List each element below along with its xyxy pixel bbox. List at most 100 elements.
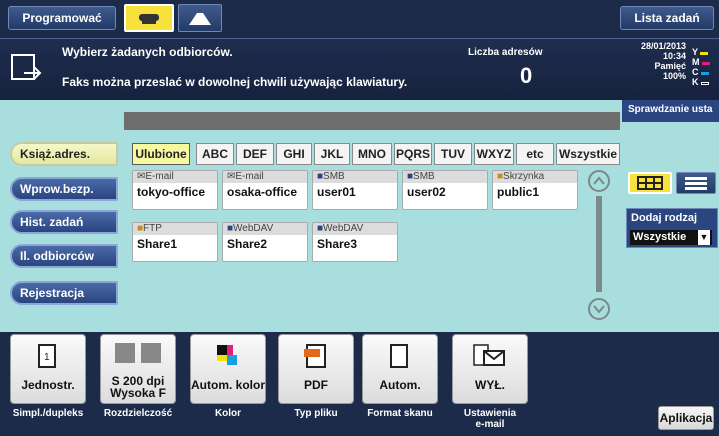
- destination-entry[interactable]: ■FTP Share1: [132, 222, 218, 262]
- tab-tuv[interactable]: TUV: [434, 143, 472, 165]
- destination-entry[interactable]: ■SMB user01: [312, 170, 398, 210]
- simplex-icon: 1: [38, 344, 56, 368]
- destination-name: Share1: [137, 237, 178, 251]
- tab-wxyz[interactable]: WXYZ: [474, 143, 514, 165]
- top-bar: Programować Lista zadań: [0, 0, 719, 38]
- resolution-value: S 200 dpi Wysoka F: [110, 374, 166, 400]
- address-count-value: 0: [520, 63, 533, 88]
- memory-value: 100%: [662, 71, 686, 81]
- destination-name: user02: [407, 185, 446, 199]
- tab-mno[interactable]: MNO: [352, 143, 392, 165]
- grid-icon: [637, 176, 663, 190]
- smb-type-label: ■SMB: [403, 171, 487, 183]
- file-type-value: PDF: [304, 378, 328, 392]
- file-type-button[interactable]: PDF: [278, 334, 354, 404]
- email-settings-icon: [473, 344, 505, 366]
- toner-status: Y M C K: [692, 47, 718, 87]
- email-type-label: ✉E-mail: [223, 171, 307, 183]
- time-text: 10:34: [662, 51, 686, 61]
- instruction-hint: Faks można przeslać w dowolnej chwili uż…: [62, 75, 408, 89]
- scroll-down-button[interactable]: [588, 298, 610, 320]
- memory-label: Pamięć: [654, 61, 686, 71]
- destination-entry[interactable]: ■SMB user02: [402, 170, 488, 210]
- destination-entry[interactable]: ■WebDAV Share3: [312, 222, 398, 262]
- list-icon: [685, 177, 707, 190]
- sidebar-item-recipient-count[interactable]: Il. odbiorców: [10, 244, 118, 268]
- sidebar-item-address-book[interactable]: Książ.adres.: [10, 142, 118, 166]
- tab-favorites[interactable]: Ulubione: [132, 143, 190, 165]
- smb-type-label: ■SMB: [313, 171, 397, 183]
- destination-name: Share2: [227, 237, 268, 251]
- simplex-duplex-button[interactable]: 1 Jednostr.: [10, 334, 86, 404]
- email-settings-button[interactable]: WYŁ.: [452, 334, 528, 404]
- page-icon: [390, 344, 408, 368]
- webdav-type-label: ■WebDAV: [313, 223, 397, 235]
- resolution-button[interactable]: S 200 dpi Wysoka F: [100, 334, 176, 404]
- list-view-button[interactable]: [676, 172, 716, 194]
- email-settings-caption: Ustawienia e-mail: [463, 408, 517, 430]
- chevron-down-icon: [593, 305, 605, 314]
- pdf-icon: [304, 344, 326, 368]
- fax-mode-button[interactable]: [124, 4, 174, 32]
- destination-name: user01: [317, 185, 356, 199]
- chevron-down-icon: ▼: [698, 230, 710, 245]
- destination-name: Share3: [317, 237, 358, 251]
- destination-display: [124, 112, 620, 130]
- color-value: Autom. kolor: [191, 378, 265, 392]
- check-settings-button[interactable]: Sprawdzanie usta: [622, 100, 719, 122]
- webdav-type-label: ■WebDAV: [223, 223, 307, 235]
- sidebar-item-registration[interactable]: Rejestracja: [10, 281, 118, 305]
- color-caption: Kolor: [214, 408, 242, 419]
- file-type-caption: Typ pliku: [294, 408, 338, 419]
- sidebar-item-job-history[interactable]: Hist. zadań: [10, 210, 118, 234]
- message-bar: Wybierz żadanych odbiorców. Faks można p…: [0, 38, 719, 100]
- svg-text:1: 1: [44, 352, 50, 363]
- handset-icon: [189, 13, 211, 25]
- simplex-value: Jednostr.: [21, 378, 75, 392]
- date-text: 28/01/2013: [640, 41, 686, 51]
- tab-ghi[interactable]: GHI: [276, 143, 312, 165]
- color-button[interactable]: Autom. kolor: [190, 334, 266, 404]
- status-info: 28/01/2013 10:34 Pamięć 100%: [626, 41, 686, 81]
- handset-mode-button[interactable]: [178, 4, 222, 32]
- tab-jkl[interactable]: JKL: [314, 143, 350, 165]
- application-button[interactable]: Aplikacja: [658, 406, 714, 430]
- destination-name: osaka-office: [227, 185, 298, 199]
- destination-entry[interactable]: ✉E-mail osaka-office: [222, 170, 308, 210]
- chevron-up-icon: [593, 176, 605, 185]
- fax-doc-icon: [11, 54, 42, 80]
- scan-size-value: Autom.: [379, 378, 421, 392]
- tab-abc[interactable]: ABC: [196, 143, 234, 165]
- scan-size-caption: Format skanu: [367, 408, 433, 419]
- phone-icon: [139, 14, 159, 24]
- instruction-text: Wybierz żadanych odbiorców.: [62, 45, 233, 59]
- box-type-label: ■Skrzynka: [493, 171, 577, 183]
- destination-name: tokyo-office: [137, 185, 206, 199]
- ftp-type-label: ■FTP: [133, 223, 217, 235]
- tab-etc[interactable]: etc: [516, 143, 554, 165]
- destination-entry[interactable]: ■Skrzynka public1: [492, 170, 578, 210]
- grid-view-button[interactable]: [628, 172, 672, 194]
- color-icon: [217, 345, 237, 365]
- scrollbar[interactable]: [596, 196, 602, 292]
- sidebar-item-direct-input[interactable]: Wprow.bezp.: [10, 177, 118, 201]
- scroll-up-button[interactable]: [588, 170, 610, 192]
- simplex-caption: Simpl./dupleks: [12, 408, 84, 419]
- destination-entry[interactable]: ■WebDAV Share2: [222, 222, 308, 262]
- email-type-label: ✉E-mail: [133, 171, 217, 183]
- address-count-label: Liczba adresów: [468, 47, 543, 58]
- resolution-caption: Rozdzielczość: [103, 408, 173, 419]
- destination-entry[interactable]: ✉E-mail tokyo-office: [132, 170, 218, 210]
- job-list-button[interactable]: Lista zadań: [620, 6, 714, 30]
- email-settings-value: WYŁ.: [475, 378, 505, 392]
- tab-pqrs[interactable]: PQRS: [394, 143, 432, 165]
- tab-def[interactable]: DEF: [236, 143, 274, 165]
- program-button[interactable]: Programować: [8, 6, 116, 30]
- destination-name: public1: [497, 185, 540, 199]
- resolution-icon: [115, 343, 161, 363]
- type-filter[interactable]: Dodaj rodzaj Wszystkie ▼: [626, 208, 718, 248]
- scan-size-button[interactable]: Autom.: [362, 334, 438, 404]
- filter-select[interactable]: Wszystkie ▼: [630, 230, 712, 245]
- filter-label: Dodaj rodzaj: [631, 212, 698, 224]
- tab-all[interactable]: Wszystkie: [556, 143, 620, 165]
